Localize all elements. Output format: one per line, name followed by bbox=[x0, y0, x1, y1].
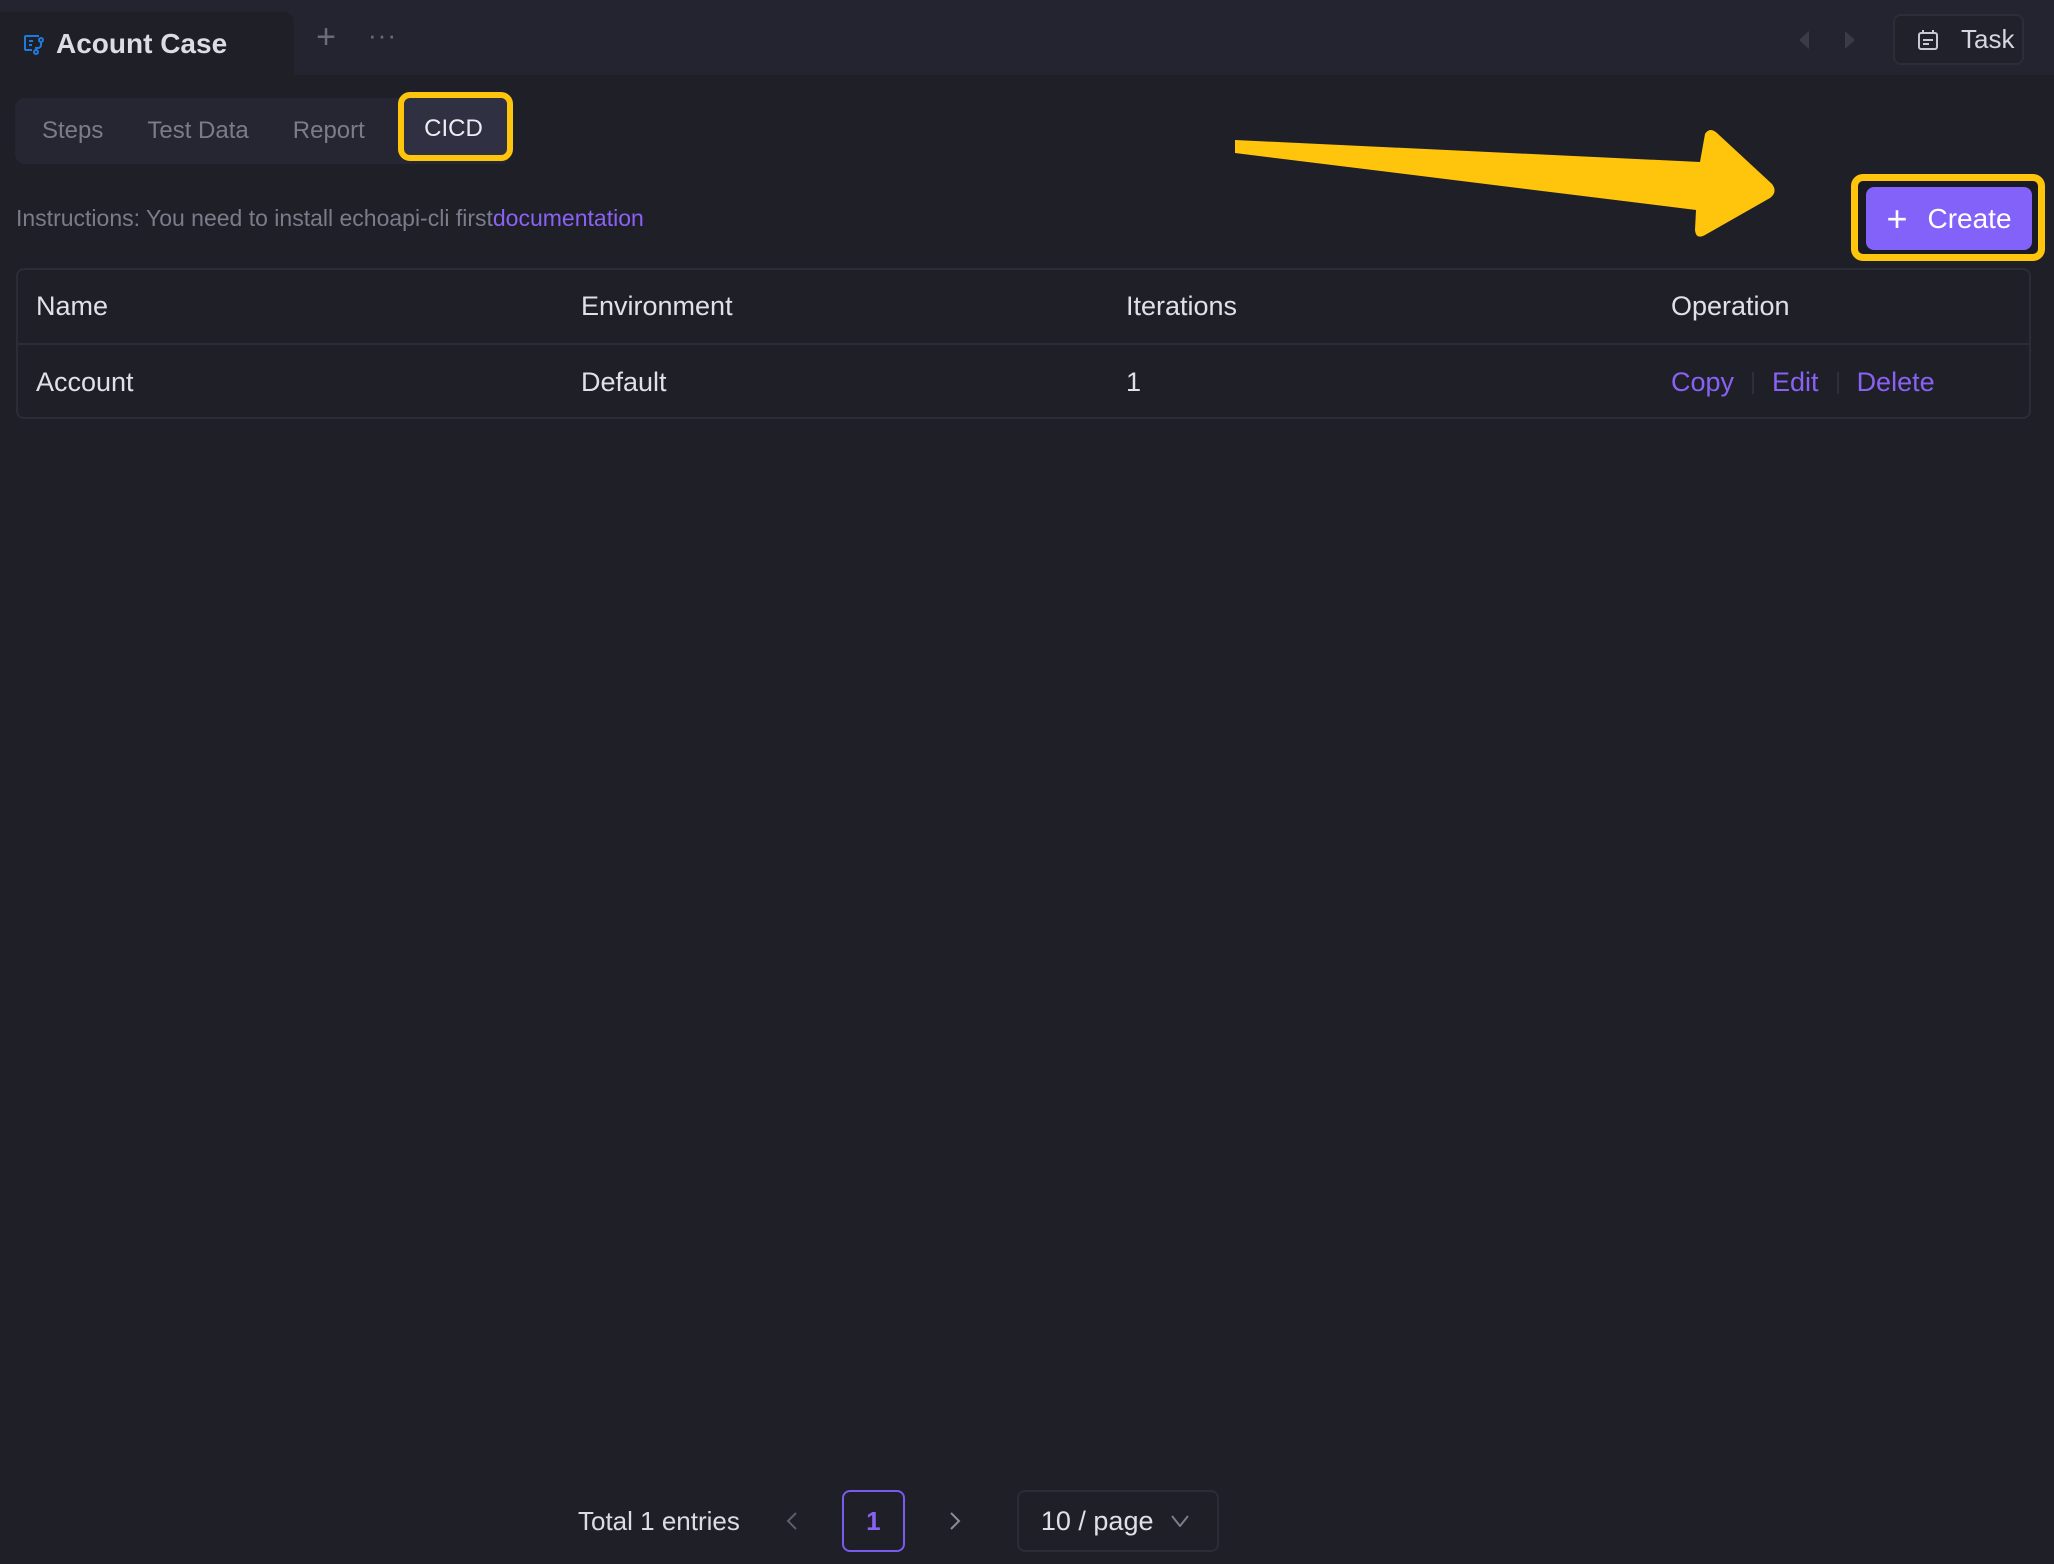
documentation-link[interactable]: documentation bbox=[493, 205, 644, 231]
chevron-right-icon[interactable] bbox=[943, 1509, 967, 1533]
instructions-text: Instructions: You need to install echoap… bbox=[16, 205, 644, 232]
plus-icon[interactable]: + bbox=[312, 20, 340, 54]
cell-environment: Default bbox=[581, 367, 667, 397]
tab-report[interactable]: Report bbox=[293, 117, 365, 145]
tab-title: Acount Case bbox=[56, 27, 228, 59]
table-row: Account Default 1 Copy Edit Delete bbox=[18, 345, 2031, 420]
column-header-name: Name bbox=[36, 291, 109, 321]
document-tab[interactable]: Acount Case bbox=[0, 12, 294, 75]
table-header: Name Environment Iterations Operation bbox=[18, 270, 2031, 345]
caret-right-icon[interactable] bbox=[1844, 30, 1856, 50]
ellipsis-icon[interactable]: ··· bbox=[368, 22, 396, 52]
tab-cicd[interactable]: CICD bbox=[399, 98, 508, 160]
instructions-label: Instructions: You need to install echoap… bbox=[16, 205, 493, 231]
chevron-down-icon bbox=[1171, 1515, 1190, 1527]
tab-test-data[interactable]: Test Data bbox=[147, 117, 248, 145]
task-button[interactable]: Task bbox=[1893, 14, 2024, 65]
copy-button[interactable]: Copy bbox=[1671, 367, 1734, 398]
task-label: Task bbox=[1961, 24, 2015, 54]
cell-iterations: 1 bbox=[1126, 367, 1142, 397]
divider bbox=[1752, 371, 1755, 394]
page-1-button[interactable]: 1 bbox=[841, 1490, 905, 1552]
cell-name: Account bbox=[36, 367, 134, 397]
page-size-label: 10 / page bbox=[1040, 1505, 1154, 1536]
calendar-icon bbox=[1918, 29, 1938, 50]
cicd-table: Name Environment Iterations Operation Ac… bbox=[16, 268, 2031, 419]
sub-tabs: Steps Test Data Report CICD bbox=[15, 98, 510, 164]
column-header-iterations: Iterations bbox=[1126, 291, 1238, 321]
column-header-environment: Environment bbox=[581, 291, 733, 321]
cell-operations: Copy Edit Delete bbox=[1671, 367, 1935, 398]
divider bbox=[1836, 371, 1839, 394]
tab-steps[interactable]: Steps bbox=[42, 117, 103, 145]
page-size-select[interactable]: 10 / page bbox=[1016, 1490, 1219, 1552]
top-tab-bar: Acount Case + ··· Task bbox=[0, 0, 2054, 75]
delete-button[interactable]: Delete bbox=[1857, 367, 1935, 398]
create-label: Create bbox=[1927, 202, 2012, 234]
chevron-left-icon[interactable] bbox=[780, 1509, 804, 1533]
pagination: Total 1 entries 1 10 / page bbox=[578, 1490, 1219, 1552]
column-header-operation: Operation bbox=[1671, 291, 1790, 321]
plus-icon: + bbox=[1886, 197, 1908, 239]
test-case-flow-icon bbox=[24, 34, 44, 55]
caret-left-icon[interactable] bbox=[1798, 30, 1810, 50]
total-entries: Total 1 entries bbox=[578, 1505, 740, 1536]
create-button[interactable]: + Create bbox=[1866, 187, 2032, 250]
annotation-arrow-icon bbox=[1235, 130, 1775, 237]
edit-button[interactable]: Edit bbox=[1772, 367, 1819, 398]
